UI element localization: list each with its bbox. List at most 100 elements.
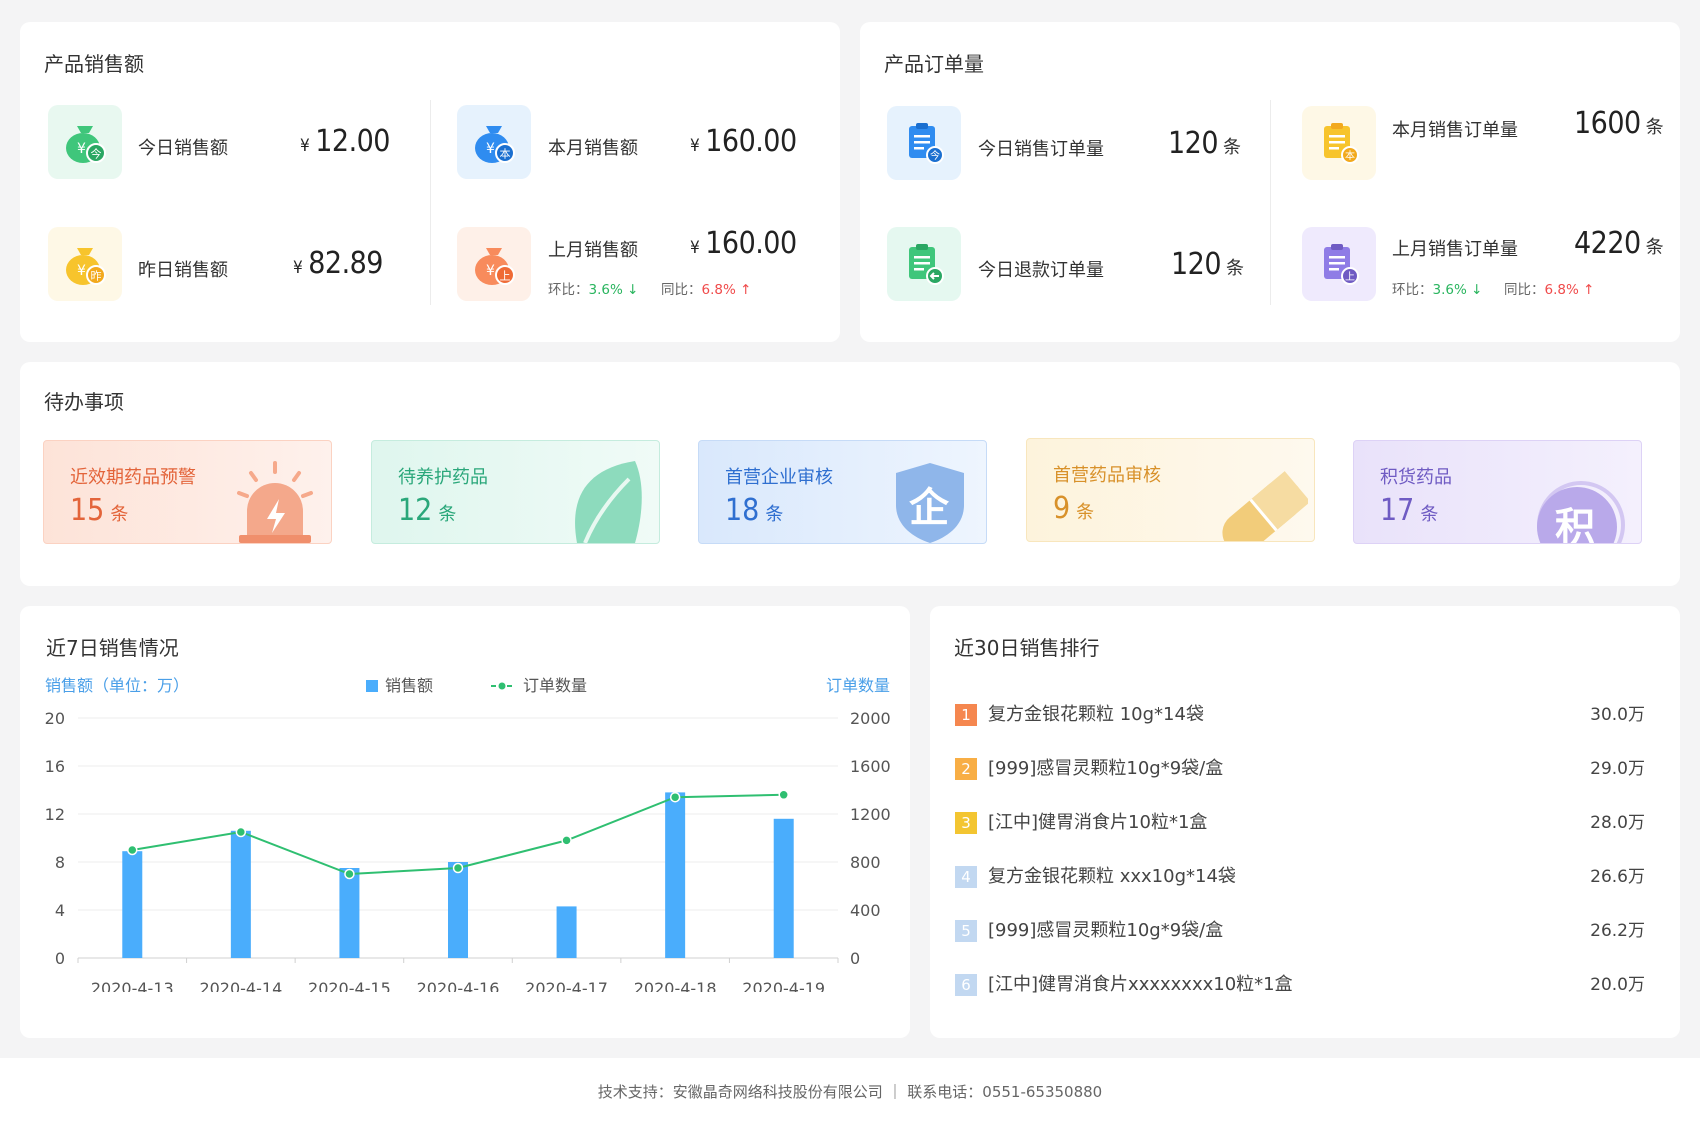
- todo-overstock[interactable]: 积货药品 17 条 积: [1353, 440, 1642, 544]
- stock-icon: 积: [1537, 481, 1625, 543]
- todo-maintenance[interactable]: 待养护药品 12 条: [371, 440, 660, 544]
- svg-text:¥: ¥: [486, 141, 495, 157]
- x-tick-label: 2020-4-13: [91, 979, 174, 992]
- line-point-orders: [235, 826, 247, 838]
- rank-number: 1: [955, 704, 977, 726]
- rank-product-name: 复方金银花颗粒 10g*14袋: [988, 704, 1204, 725]
- left-tick-label: 20: [45, 709, 65, 728]
- rank-amount: 30.0万: [1590, 705, 1645, 725]
- last-month-sales-mom: 环比：3.6% ↓: [548, 282, 639, 298]
- clipboard-month-icon: 本: [1302, 106, 1376, 180]
- last-month-orders-value: 4220 条: [1574, 226, 1664, 261]
- svg-text:今: 今: [91, 147, 102, 161]
- ranking-item[interactable]: 1 复方金银花颗粒 10g*14袋 30.0万: [955, 701, 1645, 731]
- arrow-down-icon: ↓: [1471, 282, 1483, 298]
- todo-name: 积货药品: [1380, 467, 1452, 488]
- today-orders-label: 今日销售订单量: [978, 139, 1104, 160]
- right-tick-label: 800: [850, 853, 881, 872]
- sales-divider: [430, 100, 431, 305]
- refund-orders-value: 120 条: [1171, 247, 1244, 282]
- clipboard-today-icon: 今: [887, 106, 961, 180]
- sales-chart: 销售额（单位：万） 订单数量 销售额 订单数量 0 0 4 400 8 800 12 1200…: [45, 676, 891, 992]
- todo-expiry-warning[interactable]: 近效期药品预警 15 条: [43, 440, 332, 544]
- month-sales-value: ¥160.00: [690, 124, 797, 159]
- rank-product-name: [江中]健胃消食片10粒*1盒: [988, 812, 1208, 833]
- legend-line-dot: [498, 682, 506, 690]
- sales-card: 产品销售额 ¥ 今 今日销售额 ¥12.00 ¥ 本 本月销售额 ¥160.00…: [20, 22, 840, 342]
- ranking-item[interactable]: 2 [999]感冒灵颗粒10g*9袋/盒 29.0万: [955, 755, 1645, 785]
- refund-orders-label: 今日退款订单量: [978, 260, 1104, 281]
- yesterday-sales-label: 昨日销售额: [138, 260, 228, 281]
- ranking-item[interactable]: 4 复方金银花颗粒 xxx10g*14袋 26.6万: [955, 863, 1645, 893]
- arrow-up-icon: ↑: [740, 282, 752, 298]
- svg-text:本: 本: [500, 147, 511, 161]
- todo-count: 15 条: [70, 493, 129, 528]
- todo-count: 17 条: [1380, 493, 1439, 528]
- x-tick-label: 2020-4-19: [742, 979, 825, 992]
- orders-card-title: 产品订单量: [884, 52, 984, 76]
- leaf-icon: [575, 461, 642, 543]
- svg-text:本: 本: [1345, 149, 1355, 162]
- legend-bar-label: 销售额: [385, 676, 433, 695]
- ranking-item[interactable]: 6 [江中]健胃消食片xxxxxxxx10粒*1盒 20.0万: [955, 971, 1645, 1001]
- rank-number: 5: [955, 920, 977, 942]
- x-tick-label: 2020-4-16: [417, 979, 500, 992]
- bar-sales: [665, 792, 686, 958]
- arrow-up-icon: ↑: [1583, 282, 1595, 298]
- svg-text:今: 今: [930, 149, 940, 162]
- todo-name: 首营企业审核: [725, 467, 833, 488]
- rank-amount: 26.2万: [1590, 921, 1645, 941]
- money-bag-month-icon: ¥ 本: [457, 105, 531, 179]
- ranking-item[interactable]: 3 [江中]健胃消食片10粒*1盒 28.0万: [955, 809, 1645, 839]
- right-tick-label: 400: [850, 901, 881, 920]
- line-point-orders: [344, 868, 355, 880]
- todo-name: 待养护药品: [398, 467, 488, 488]
- last-month-orders-yoy: 同比：6.8% ↑: [1504, 282, 1595, 298]
- rank-number: 6: [955, 974, 977, 996]
- pill-icon: [1222, 471, 1308, 541]
- todo-drug-review[interactable]: 首营药品审核 9条: [1026, 438, 1315, 542]
- legend-bar-swatch: [366, 680, 378, 692]
- todo-count: 9条: [1053, 491, 1095, 526]
- month-sales-label: 本月销售额: [548, 138, 638, 159]
- money-bag-today-icon: ¥ 今: [48, 105, 122, 179]
- bar-sales: [448, 862, 468, 958]
- rank-number: 2: [955, 758, 977, 780]
- svg-text:上: 上: [1345, 271, 1355, 283]
- line-point-orders: [452, 862, 464, 874]
- left-tick-label: 0: [55, 949, 65, 968]
- todo-count: 18 条: [725, 493, 784, 528]
- line-point-orders: [127, 844, 138, 856]
- orders-card: 产品订单量 今 今日销售订单量 120 条 本 本月销售订单量 1600 条 今…: [860, 22, 1680, 342]
- rank-product-name: [999]感冒灵颗粒10g*9袋/盒: [988, 758, 1224, 779]
- todo-card-title: 待办事项: [44, 390, 124, 414]
- svg-text:企: 企: [909, 485, 950, 531]
- todo-enterprise-review[interactable]: 首营企业审核 18 条 企: [698, 440, 987, 544]
- left-axis-label: 销售额（单位：万）: [45, 676, 189, 695]
- last-month-sales-label: 上月销售额: [548, 240, 638, 261]
- sales-card-title: 产品销售额: [44, 52, 144, 76]
- alarm-icon: [237, 461, 313, 543]
- svg-text:积: 积: [1555, 505, 1595, 543]
- left-tick-label: 4: [55, 901, 65, 920]
- line-point-orders: [778, 789, 789, 801]
- x-tick-label: 2020-4-18: [634, 979, 717, 992]
- footer: 技术支持：安徽晶奇网络科技股份有限公司 ｜ 联系电话：0551-65350880: [0, 1058, 1700, 1126]
- todo-count: 12 条: [398, 493, 457, 528]
- today-sales-value: ¥12.00: [300, 124, 390, 159]
- rank-product-name: 复方金银花颗粒 xxx10g*14袋: [988, 866, 1236, 887]
- svg-text:¥: ¥: [486, 263, 495, 279]
- right-axis-label: 订单数量: [826, 676, 890, 695]
- rank-amount: 28.0万: [1590, 813, 1645, 833]
- last-month-orders-label: 上月销售订单量: [1392, 239, 1518, 260]
- x-tick-label: 2020-4-17: [525, 979, 608, 992]
- month-orders-label: 本月销售订单量: [1392, 120, 1518, 141]
- svg-text:¥: ¥: [77, 141, 86, 157]
- ranking-item[interactable]: 5 [999]感冒灵颗粒10g*9袋/盒 26.2万: [955, 917, 1645, 947]
- rank-number: 3: [955, 812, 977, 834]
- todo-name: 首营药品审核: [1053, 465, 1161, 486]
- svg-text:上: 上: [500, 270, 511, 283]
- today-orders-value: 120 条: [1168, 126, 1241, 161]
- rank-product-name: [江中]健胃消食片xxxxxxxx10粒*1盒: [988, 974, 1293, 995]
- right-tick-label: 1200: [850, 805, 891, 824]
